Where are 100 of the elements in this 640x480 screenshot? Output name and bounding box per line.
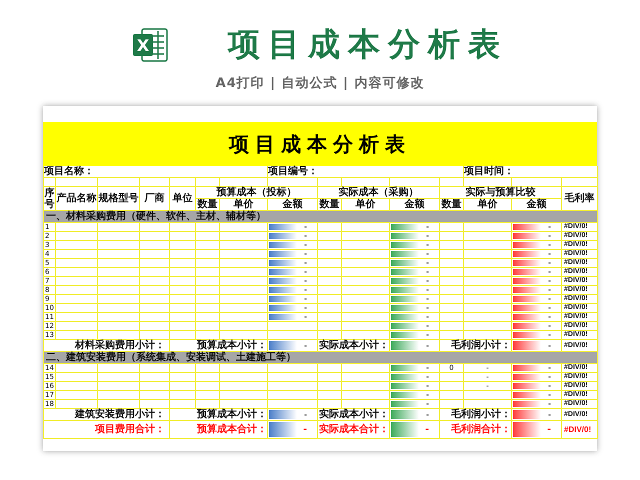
table-cell (56, 295, 98, 304)
data-bar (513, 296, 542, 302)
table-cell (170, 295, 196, 304)
table-cell (98, 277, 140, 286)
table-cell (196, 373, 220, 382)
table-cell (196, 391, 220, 400)
table-cell (196, 259, 220, 268)
table-cell (342, 178, 390, 187)
data-bar (269, 242, 298, 248)
table-cell (196, 178, 220, 187)
actual-total-label: 实际成本合计： (318, 421, 390, 439)
table-cell (98, 250, 140, 259)
table-cell (98, 400, 140, 409)
table-cell (98, 391, 140, 400)
data-bar (391, 251, 420, 257)
table-cell (98, 313, 140, 322)
subtotal-label: 建筑安装费用小计： (44, 409, 170, 421)
table-cell (196, 322, 220, 331)
data-bar (513, 365, 542, 371)
table-cell (170, 250, 196, 259)
data-bar (513, 410, 542, 419)
data-bar (391, 383, 420, 389)
table-cell (98, 232, 140, 241)
data-bar (391, 278, 420, 284)
amount-value: - (425, 426, 429, 434)
column-header: 序号 (44, 188, 54, 210)
table-cell (318, 364, 342, 373)
data-bar (513, 224, 542, 230)
data-bar (391, 374, 420, 380)
table-cell (56, 241, 98, 250)
table-cell (170, 322, 196, 331)
table-cell (318, 322, 342, 331)
table-cell (170, 178, 196, 187)
table-cell (140, 277, 170, 286)
table-cell (98, 322, 140, 331)
table-cell (56, 178, 98, 187)
data-bar (391, 260, 420, 266)
table-cell (98, 268, 140, 277)
data-bar (269, 260, 298, 266)
table-cell (140, 364, 170, 373)
table-cell (98, 304, 140, 313)
data-bar (269, 305, 298, 311)
table-cell (170, 382, 196, 391)
table-cell (56, 322, 98, 331)
data-bar (391, 314, 420, 320)
table-cell (170, 331, 196, 340)
table-cell (220, 391, 268, 400)
table-cell (56, 331, 98, 340)
table-cell (170, 313, 196, 322)
table-cell (140, 241, 170, 250)
table-cell (196, 304, 220, 313)
table-cell (98, 382, 140, 391)
group-header: 预算成本（投标） (196, 187, 318, 199)
table-cell (140, 391, 170, 400)
subtotal-label: 项目费用合计： (44, 421, 170, 439)
data-bar (391, 332, 420, 338)
data-bar (513, 260, 542, 266)
table-cell (196, 313, 220, 322)
table-cell (140, 382, 170, 391)
section-header: 二、建筑安装费用（系统集成、安装调试、土建施工等） (44, 352, 598, 364)
table-cell (140, 304, 170, 313)
data-bar (513, 323, 542, 329)
data-bar (269, 410, 298, 419)
data-bar (391, 401, 420, 407)
data-bar (513, 233, 542, 239)
table-cell (318, 400, 342, 409)
data-bar (391, 296, 420, 302)
table-cell (56, 250, 98, 259)
table-cell (220, 178, 268, 187)
data-bar (513, 422, 542, 437)
table-cell (268, 364, 318, 373)
table-cell (56, 223, 98, 232)
table-cell (98, 364, 140, 373)
table-cell (140, 286, 170, 295)
table-cell (56, 304, 98, 313)
table-cell (140, 250, 170, 259)
table-cell (318, 373, 342, 382)
actual-total-label: 实际成本小计： (318, 409, 390, 421)
section-header: 一、材料采购费用（硬件、软件、主材、辅材等） (44, 211, 598, 223)
table-cell (170, 268, 196, 277)
table-cell (140, 313, 170, 322)
table-cell (318, 178, 342, 187)
table-cell (220, 373, 268, 382)
data-bar (513, 374, 542, 380)
table-cell (98, 286, 140, 295)
data-bar (513, 278, 542, 284)
data-bar (269, 224, 298, 230)
data-bar (513, 401, 542, 407)
table-cell (268, 373, 318, 382)
table-cell (98, 373, 140, 382)
table-cell (56, 391, 98, 400)
data-bar (269, 314, 298, 320)
page-title: 项目成本分析表 (228, 24, 508, 65)
table-cell (98, 259, 140, 268)
data-bar (391, 341, 420, 350)
table-cell (98, 241, 140, 250)
table-cell (268, 391, 318, 400)
table-cell (98, 178, 140, 187)
table-cell (140, 322, 170, 331)
table-cell (140, 268, 170, 277)
